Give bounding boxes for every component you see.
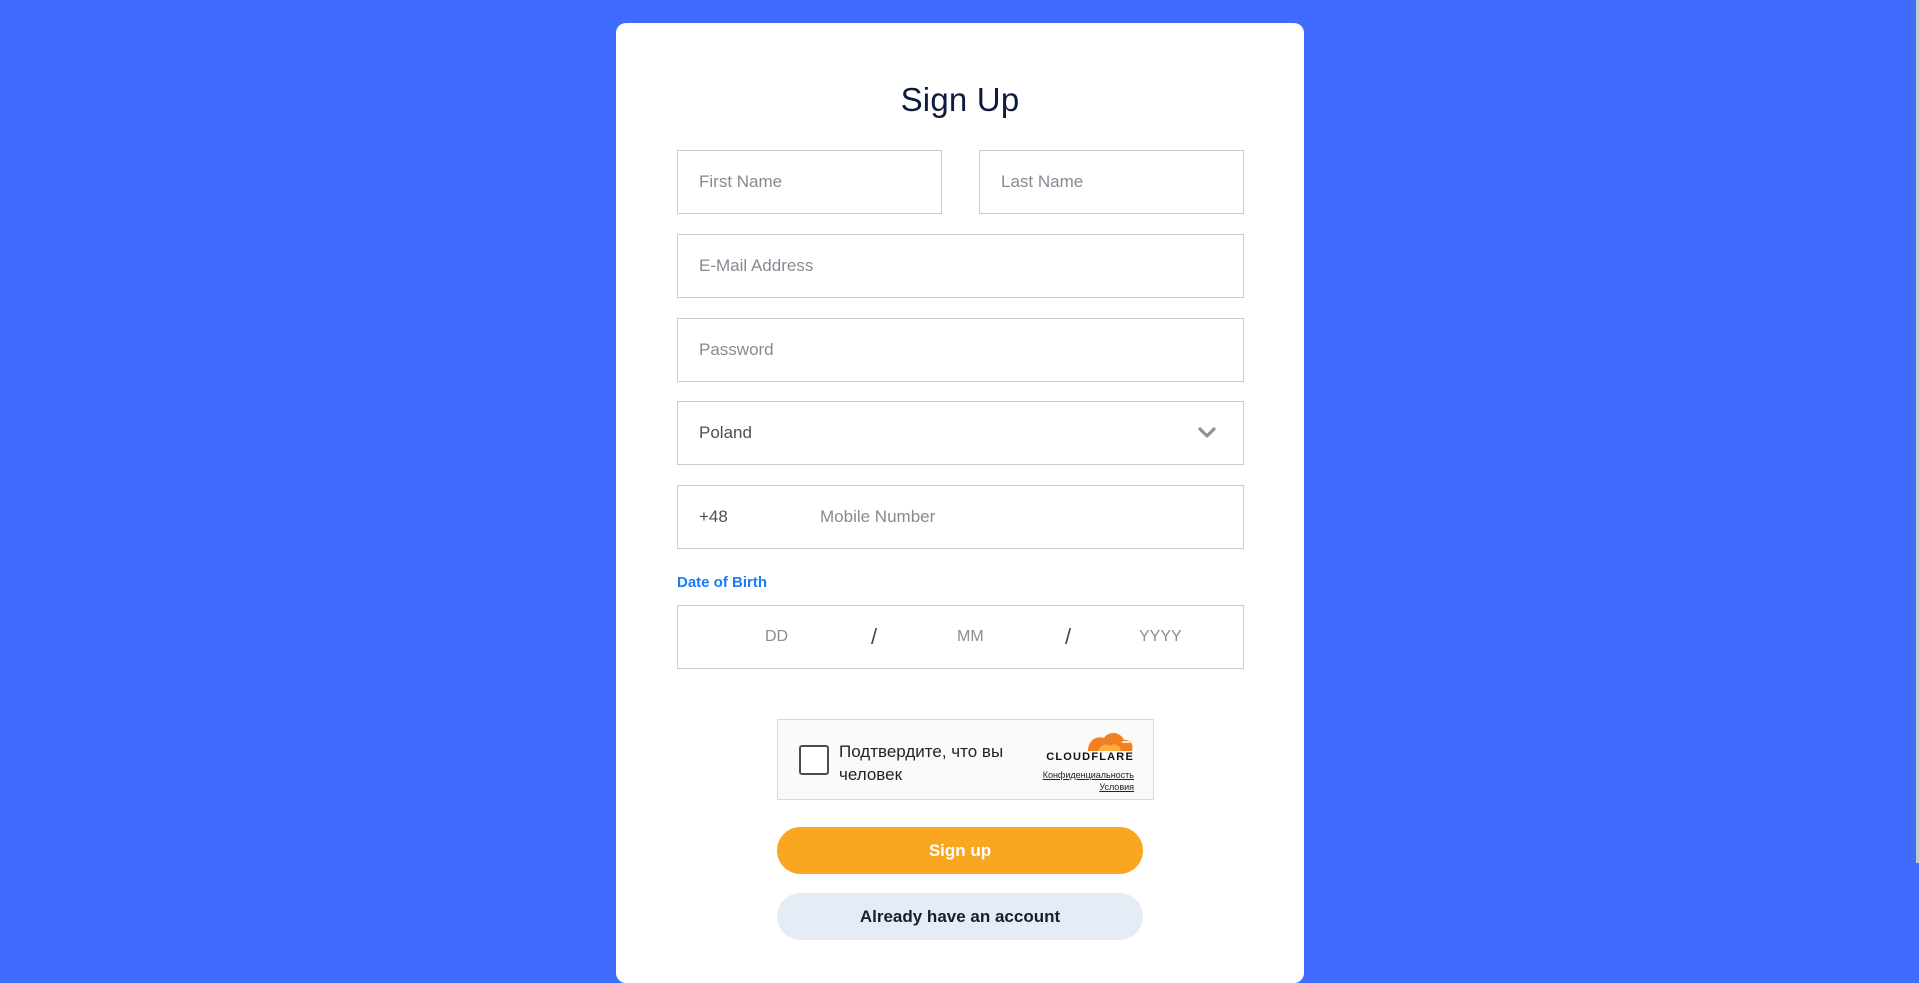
captcha-checkbox[interactable]: [799, 745, 829, 775]
password-field[interactable]: Password: [677, 318, 1244, 382]
login-button[interactable]: Already have an account: [777, 893, 1143, 940]
dob-label: Date of Birth: [677, 574, 767, 591]
captcha-privacy-link[interactable]: Конфиденциальность: [1043, 769, 1134, 781]
chevron-down-icon: [1198, 427, 1216, 438]
country-value: Poland: [699, 423, 752, 442]
first-name-placeholder: First Name: [699, 172, 783, 191]
captcha-terms-link[interactable]: Условия: [1043, 781, 1134, 793]
country-select[interactable]: Poland: [677, 401, 1244, 465]
first-name-field[interactable]: First Name: [677, 150, 942, 214]
password-placeholder: Password: [699, 340, 774, 359]
dob-day-input[interactable]: DD: [765, 628, 788, 646]
captcha-widget: Подтвердите, что вы человек CLOUDFLARE К…: [777, 719, 1154, 800]
captcha-text: Подтвердите, что вы человек: [839, 742, 1004, 784]
page-title: Sign Up: [900, 81, 1020, 118]
mobile-number-input[interactable]: Mobile Number: [820, 507, 935, 527]
dob-separator: /: [1065, 624, 1072, 649]
phone-country-code: +48: [699, 507, 728, 526]
signup-card: Sign Up First Name Last Name E-Mail Addr…: [616, 23, 1304, 983]
captcha-brand: CLOUDFLARE: [1046, 751, 1134, 763]
last-name-placeholder: Last Name: [1001, 172, 1084, 191]
last-name-field[interactable]: Last Name: [979, 150, 1244, 214]
phone-field[interactable]: +48 Mobile Number: [677, 485, 1244, 549]
captcha-links: Конфиденциальность Условия: [1043, 769, 1134, 793]
dob-year-input[interactable]: YYYY: [1139, 628, 1182, 646]
signup-button[interactable]: Sign up: [777, 827, 1143, 874]
email-field[interactable]: E-Mail Address: [677, 234, 1244, 298]
dob-field: DD / MM / YYYY: [677, 605, 1244, 669]
dob-separator: /: [871, 624, 878, 649]
dob-month-input[interactable]: MM: [957, 628, 984, 646]
email-placeholder: E-Mail Address: [699, 256, 814, 275]
